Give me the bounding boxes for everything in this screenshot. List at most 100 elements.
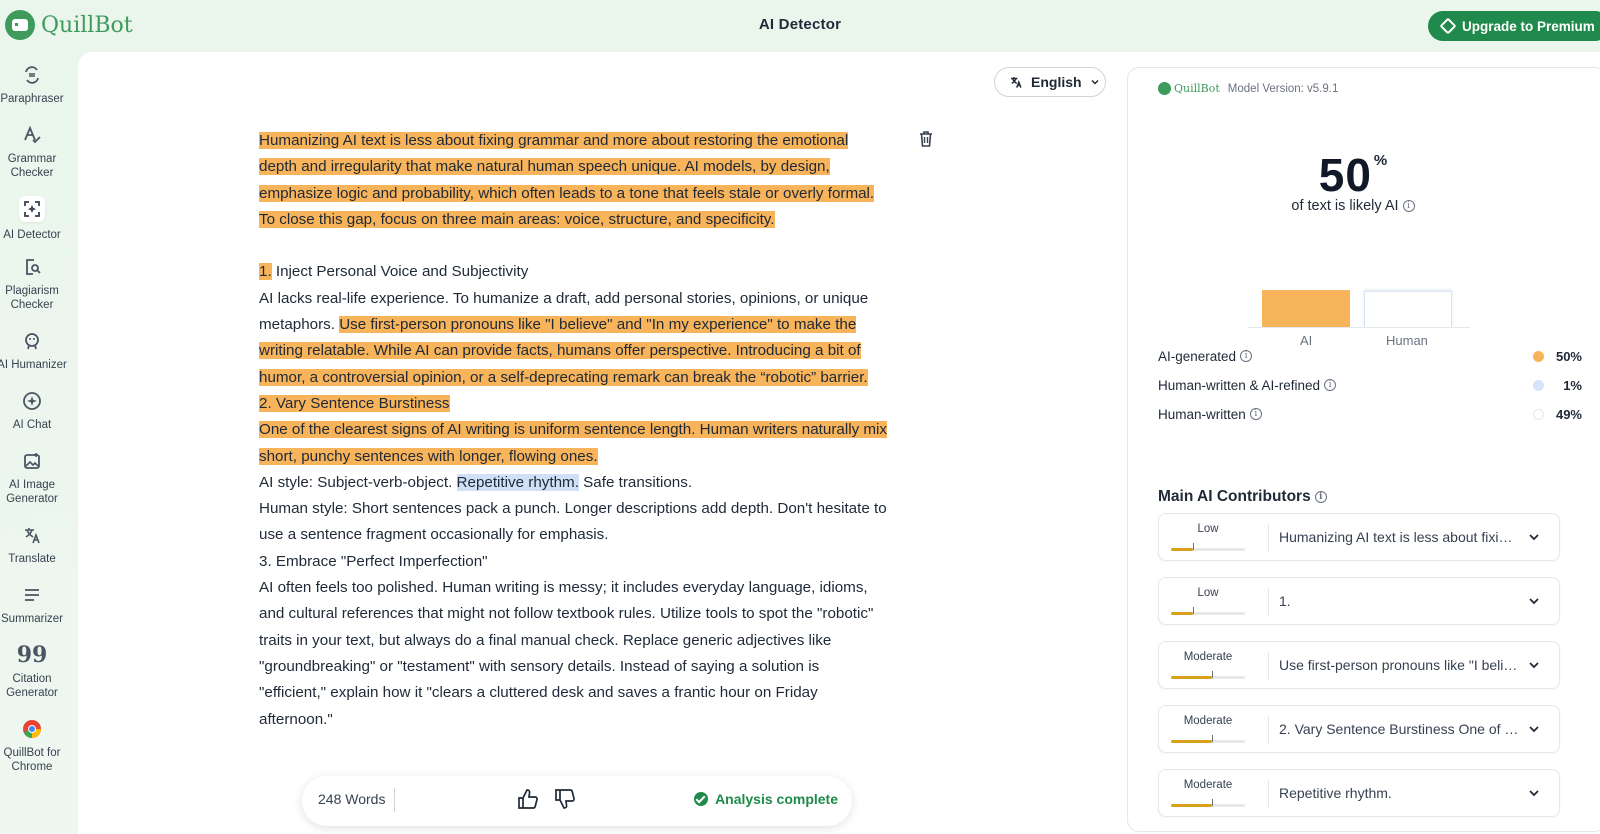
language-selector[interactable]: English	[994, 67, 1106, 97]
quillbot-logo-icon	[1158, 82, 1171, 95]
contributor-meter	[1171, 735, 1245, 743]
ai-image-generator-icon	[21, 450, 43, 472]
sidebar-label: AI Image Generator	[6, 479, 58, 505]
model-version: Model Version: v5.9.1	[1227, 82, 1339, 95]
human-bar	[1364, 290, 1452, 327]
contributor-level: Low	[1197, 587, 1219, 599]
meter-fill	[1171, 804, 1212, 807]
ai-detector-icon	[19, 196, 45, 222]
sidebar-item-ai-image-generator[interactable]: AI Image Generator	[0, 450, 64, 506]
meter-fill	[1171, 676, 1212, 679]
results-panel: QuillBot Model Version: v5.9.1 50% of te…	[1127, 67, 1600, 832]
meter-tick	[1211, 671, 1213, 678]
sidebar-item-ai-detector[interactable]: AI Detector	[0, 196, 64, 242]
ai-score: 50%	[1128, 148, 1578, 202]
sidebar-label: Plagiarism Checker	[5, 285, 59, 311]
contributor-item[interactable]: Low Humanizing AI text is less about fix…	[1158, 513, 1560, 561]
thumbs-up-icon[interactable]	[517, 788, 539, 810]
editor-heading: 2. Vary Sentence Burstiness	[259, 391, 889, 417]
contributor-level: Moderate	[1183, 651, 1233, 663]
sidebar-item-ai-humanizer[interactable]: AI Humanizer	[0, 330, 67, 372]
sidebar-item-translate[interactable]: Translate	[0, 524, 64, 566]
contributor-meter	[1171, 799, 1245, 807]
translate-icon	[1011, 77, 1022, 88]
chevron-down-icon[interactable]	[1527, 530, 1541, 544]
divider	[1268, 588, 1269, 616]
info-icon[interactable]: i	[1249, 408, 1262, 420]
meter-tick	[1211, 799, 1213, 806]
sidebar-item-ai-chat[interactable]: AI Chat	[0, 390, 64, 432]
meter-fill	[1171, 548, 1194, 551]
editor-paragraph: Human style: Short sentences pack a punc…	[259, 500, 887, 544]
meter-tick	[1211, 735, 1213, 742]
contributor-item[interactable]: Low 1.	[1158, 577, 1560, 625]
sidebar-label: Grammar Checker	[7, 153, 57, 179]
divider	[394, 788, 395, 812]
paraphraser-icon	[21, 64, 43, 86]
quillbot-mini-logo: QuillBot	[1158, 82, 1220, 95]
contributor-item[interactable]: Moderate Use first-person pronouns like …	[1158, 641, 1560, 689]
top-bar: QuillBot AI Detector Upgrade to Premium	[0, 0, 1600, 52]
chevron-down-icon[interactable]	[1527, 658, 1541, 672]
editor-heading: 3. Embrace "Perfect Imperfection"	[259, 552, 488, 570]
info-icon[interactable]: i	[1240, 350, 1253, 362]
contributor-text: Repetitive rhythm.	[1279, 785, 1392, 801]
meter-tick	[1193, 607, 1195, 614]
divider	[1268, 780, 1269, 808]
plagiarism-checker-icon	[21, 256, 43, 278]
thumbs-down-icon[interactable]	[554, 788, 576, 810]
trash-icon[interactable]	[919, 131, 933, 147]
info-icon[interactable]: i	[1402, 200, 1415, 213]
sidebar-item-paraphraser[interactable]: Paraphraser	[0, 64, 64, 106]
contributor-text: 2. Vary Sentence Burstiness One of the c…	[1279, 721, 1519, 737]
editor-heading: 1. Inject Personal Voice and Subjectivit…	[259, 263, 529, 281]
chevron-down-icon[interactable]	[1527, 786, 1541, 800]
legend-dot	[1533, 379, 1544, 391]
contributor-meter	[1171, 671, 1245, 679]
contributors-title: Main AI Contributors i	[1158, 488, 1327, 506]
ai-score-unit: %	[1373, 152, 1388, 169]
diamond-icon	[1439, 17, 1457, 35]
sidebar-label: QuillBot for Chrome	[3, 747, 61, 773]
contributor-level: Low	[1197, 523, 1219, 535]
sidebar-item-quillbot-for-chrome[interactable]: QuillBot for Chrome	[0, 718, 64, 774]
sidebar-item-grammar-checker[interactable]: Grammar Checker	[0, 124, 64, 180]
grammar-checker-icon	[21, 124, 43, 146]
sidebar-item-summarizer[interactable]: Summarizer	[0, 584, 64, 626]
language-value: English	[1031, 74, 1082, 90]
translate-icon	[21, 524, 43, 546]
highlighted-ai-text: 2. Vary Sentence Burstiness	[259, 394, 450, 412]
ai-humanizer-icon	[21, 330, 43, 352]
meter-fill	[1171, 612, 1194, 615]
page-title: AI Detector	[758, 16, 842, 33]
contributor-text: 1.	[1279, 593, 1291, 609]
highlighted-ai-text: Humanizing AI text is less about fixing …	[259, 132, 875, 228]
divider	[1268, 652, 1269, 680]
text-editor[interactable]: Humanizing AI text is less about fixing …	[259, 128, 889, 733]
highlighted-refined-text: Repetitive rhythm.	[456, 473, 579, 491]
contributor-text: Use first-person pronouns like "I believ…	[1279, 657, 1519, 673]
ai-bar	[1262, 290, 1350, 327]
contributor-item[interactable]: Moderate Repetitive rhythm.	[1158, 769, 1560, 817]
score-caption: of text is likely AI i	[1128, 198, 1578, 214]
sidebar-item-plagiarism-checker[interactable]: Plagiarism Checker	[0, 256, 64, 312]
editor-paragraph: One of the clearest signs of AI writing …	[259, 417, 889, 470]
chrome-icon	[21, 718, 43, 740]
highlighted-ai-text: One of the clearest signs of AI writing …	[259, 421, 888, 465]
citation-generator-icon: 99	[16, 642, 48, 668]
sidebar-item-citation-generator[interactable]: 99 Citation Generator	[0, 644, 64, 700]
contributor-meter	[1171, 607, 1245, 615]
chevron-down-icon[interactable]	[1527, 722, 1541, 736]
upgrade-button[interactable]: Upgrade to Premium	[1428, 11, 1600, 41]
chart-baseline	[1248, 327, 1470, 328]
legend-dot	[1533, 350, 1544, 362]
contributor-item[interactable]: Moderate 2. Vary Sentence Burstiness One…	[1158, 705, 1560, 753]
chevron-down-icon	[1091, 79, 1099, 85]
meter-fill	[1171, 740, 1212, 743]
chevron-down-icon[interactable]	[1527, 594, 1541, 608]
legend-dot	[1533, 408, 1544, 420]
info-icon[interactable]: i	[1324, 379, 1337, 391]
sidebar-label: Citation Generator	[6, 673, 58, 699]
info-icon[interactable]: i	[1314, 490, 1327, 503]
contributor-meter	[1171, 543, 1245, 551]
